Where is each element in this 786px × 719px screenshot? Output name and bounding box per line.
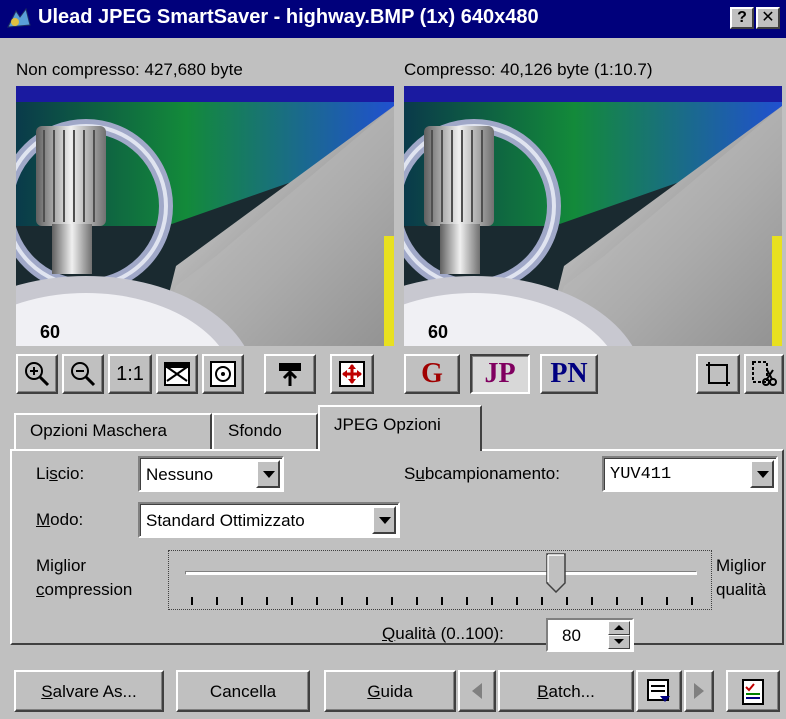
compressed-size-label: Compresso: 40,126 byte (1:10.7) [404,60,653,79]
best-quality-label-line2: qualità [716,580,767,599]
crop-cut-button[interactable] [744,354,784,394]
jpg-format-label: JP [484,358,516,389]
slider-tick [291,597,293,605]
fit-window-button[interactable] [156,354,198,394]
batch-options-button[interactable] [726,670,780,712]
slider-tick [416,597,418,605]
slider-tick [591,597,593,605]
best-compression-label-line2: compression [36,580,133,599]
slider-tick [216,597,218,605]
batch-list-button[interactable] [636,670,682,712]
subsampling-label: Subcampionamento: [404,464,560,483]
dial-number: 60 [428,322,449,342]
mode-value: Standard Ottimizzato [146,511,305,530]
mode-select[interactable]: Standard Ottimizzato [138,502,400,538]
best-compression-label-line1: Miglior [36,556,87,575]
zoom-out-button[interactable] [62,354,104,394]
mode-label: Modo: [36,510,84,529]
tab-jpeg-opzioni[interactable]: JPEG Opzioni [318,405,482,451]
close-button[interactable]: ✕ [756,7,780,29]
subsampling-value: YUV411 [610,465,672,484]
window-title: Ulead JPEG SmartSaver - highway.BMP (1x)… [38,6,539,28]
checklist-icon [742,679,764,705]
help-title-button[interactable]: ? [730,7,754,29]
crop-frame-icon [706,362,730,386]
zoom-in-button[interactable] [16,354,58,394]
gif-format-label: G [421,358,443,389]
slider-tick [566,597,568,605]
quality-value: 80 [562,626,581,645]
slider-tick [341,597,343,605]
chevron-down-icon [379,517,391,524]
scissors-icon [752,361,777,386]
batch-button[interactable]: Batch... [498,670,634,712]
quality-up-button[interactable] [608,621,630,635]
quality-spinner[interactable]: 80 [546,618,634,652]
list-icon [647,679,670,702]
best-quality-label-line1: Miglior [716,556,767,575]
quality-label: Qualità (0..100): [382,624,504,643]
slider-tick [641,597,643,605]
quality-down-button[interactable] [608,635,630,649]
jpg-format-button[interactable]: JP [470,354,530,394]
help-button[interactable]: Guida [324,670,456,712]
pin-top-icon [279,363,301,386]
mode-dropdown-button[interactable] [372,506,396,534]
slider-tick [616,597,618,605]
slider-tick [691,597,693,605]
app-icon [7,7,31,28]
quality-slider[interactable] [168,550,712,610]
slider-tick [466,597,468,605]
tab-opzioni-maschera[interactable]: Opzioni Maschera [14,413,212,449]
move-icon [339,361,365,387]
slider-tick [491,597,493,605]
uncompressed-size-label: Non compresso: 427,680 byte [16,60,243,79]
smoothing-dropdown-button[interactable] [256,460,280,488]
arrow-up-icon [614,625,624,630]
slider-tick [191,597,193,605]
smoothing-label: Liscio: [36,464,85,483]
slider-track [185,571,697,575]
subsampling-dropdown-button[interactable] [750,460,774,488]
cancel-button[interactable]: Cancella [176,670,310,712]
title-bar[interactable]: Ulead JPEG SmartSaver - highway.BMP (1x)… [0,0,786,38]
slider-tick [516,597,518,605]
fit-window-icon [164,362,190,386]
slider-thumb[interactable] [546,553,566,593]
chevron-down-icon [263,471,275,478]
png-format-button[interactable]: PN [540,354,598,394]
center-view-button[interactable] [202,354,244,394]
slider-tick [241,597,243,605]
batch-next-button[interactable] [684,670,714,712]
smoothing-value: Nessuno [146,465,214,484]
target-icon [210,361,236,387]
slider-tick [391,597,393,605]
slider-tick [541,597,543,605]
compressed-preview[interactable]: 60 [404,86,782,346]
arrow-down-icon [614,639,624,644]
crop-frame-button[interactable] [696,354,740,394]
chevron-down-icon [757,471,769,478]
arrow-left-icon [472,683,482,699]
tab-sfondo[interactable]: Sfondo [212,413,318,449]
gif-format-button[interactable]: G [404,354,460,394]
batch-prev-button[interactable] [458,670,496,712]
view-top-button[interactable] [264,354,316,394]
original-preview[interactable]: 60 [16,86,394,346]
save-as-button[interactable]: Salvare As... [14,670,164,712]
smoothing-select[interactable]: Nessuno [138,456,284,492]
slider-tick [441,597,443,605]
png-format-label: PN [550,358,588,389]
slider-tick [666,597,668,605]
dial-number: 60 [40,322,61,342]
subsampling-select[interactable]: YUV411 [602,456,778,492]
slider-tick [366,597,368,605]
slider-tick [266,597,268,605]
zoom-out-icon [71,362,96,387]
arrow-right-icon [694,683,704,699]
actual-size-button[interactable]: 1:1 [108,354,152,394]
zoom-in-icon [25,362,50,387]
slider-tick [316,597,318,605]
move-view-button[interactable] [330,354,374,394]
